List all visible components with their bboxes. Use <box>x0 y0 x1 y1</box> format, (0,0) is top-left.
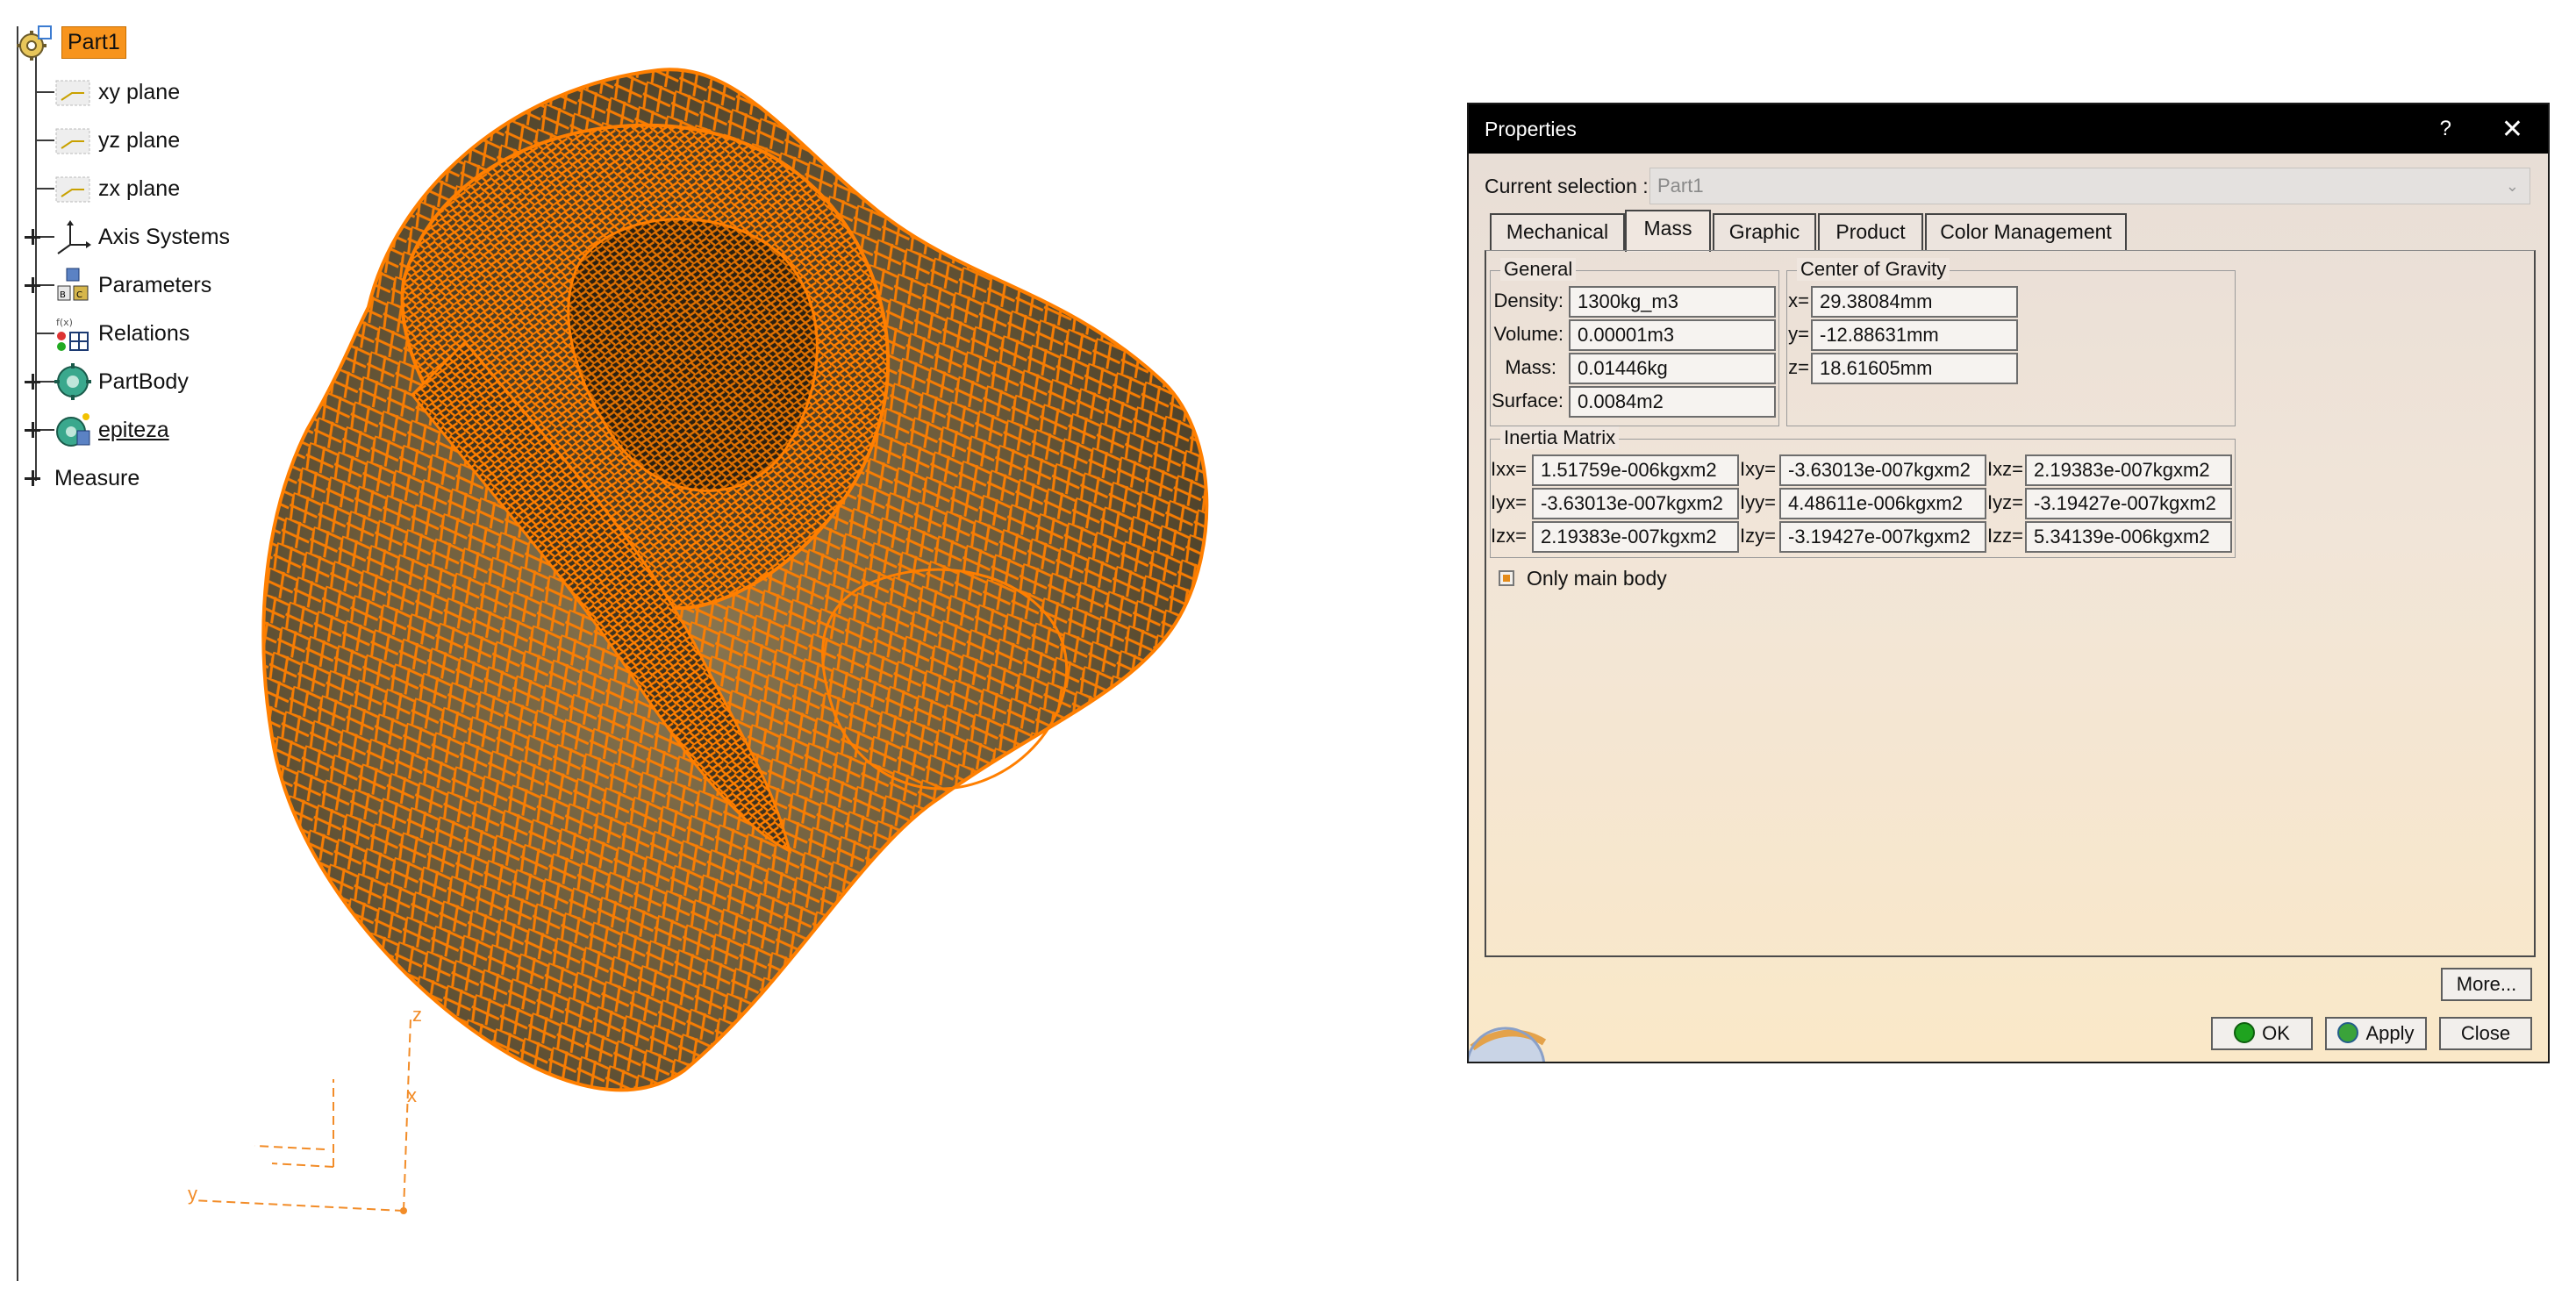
iyx-value: -3.63013e-007kgxm2 <box>1532 488 1739 519</box>
axis-compass[interactable]: z x y <box>175 1000 456 1228</box>
izy-value: -3.19427e-007kgxm2 <box>1779 521 1986 553</box>
ok-label: OK <box>2262 1022 2290 1044</box>
svg-text:B: B <box>60 290 66 300</box>
chevron-down-icon: ⌄ <box>2505 177 2519 195</box>
apply-button[interactable]: Apply <box>2325 1017 2427 1050</box>
center-of-gravity-title: Center of Gravity <box>1797 258 1950 281</box>
properties-dialog: Properties ? ✕ Current selection : Part1… <box>1467 103 2550 1063</box>
apply-icon <box>2337 1022 2359 1044</box>
mass-label: Mass: <box>1505 356 1556 378</box>
density-value: 1300kg_m3 <box>1569 286 1776 318</box>
tree-item-label: yz plane <box>98 127 181 153</box>
partbody-icon <box>54 363 91 400</box>
mass-tab-panel: General Density: 1300kg_m3 Volume: 0.000… <box>1485 250 2536 957</box>
tree-connector <box>17 26 18 1281</box>
current-selection-value: Part1 <box>1657 175 1704 197</box>
tab-color-management[interactable]: Color Management <box>1925 213 2127 250</box>
expand-plus-icon[interactable] <box>25 229 40 245</box>
part-gear-icon[interactable] <box>14 25 54 61</box>
tab-mechanical[interactable]: Mechanical <box>1490 213 1625 250</box>
plane-icon <box>55 128 90 154</box>
cog-x-value: 29.38084mm <box>1811 286 2018 318</box>
surface-label: Surface: <box>1492 390 1563 411</box>
dialog-title: Properties <box>1485 117 1577 140</box>
iyy-value: 4.48611e-006kgxm2 <box>1779 488 1986 519</box>
axis-system-icon <box>57 220 91 254</box>
volume-value: 0.00001m3 <box>1569 319 1776 351</box>
only-main-body-label: Only main body <box>1527 567 1667 590</box>
tree-item-label: epiteza <box>98 417 169 442</box>
dialog-title-bar[interactable]: Properties ? ✕ <box>1469 104 2548 154</box>
volume-label: Volume: <box>1493 323 1564 345</box>
inertia-matrix-title: Inertia Matrix <box>1500 426 1620 449</box>
axis-label-x: x <box>407 1084 417 1106</box>
close-button[interactable]: Close <box>2439 1017 2532 1050</box>
general-group-title: General <box>1500 258 1577 281</box>
relations-icon: f(x) <box>56 317 89 351</box>
ixy-label: Ixy= <box>1740 458 1776 480</box>
tree-item-label: xy plane <box>98 79 181 104</box>
tree-item-label: PartBody <box>98 368 189 394</box>
density-label: Density: <box>1493 290 1563 311</box>
tree-item-label: Parameters <box>98 272 212 297</box>
plane-icon <box>55 176 90 203</box>
tab-graphic[interactable]: Graphic <box>1713 213 1816 250</box>
ok-icon <box>2234 1022 2256 1044</box>
tree-item-label: Axis Systems <box>98 224 231 249</box>
tab-product[interactable]: Product <box>1818 213 1923 250</box>
surface-value: 0.0084m2 <box>1569 386 1776 418</box>
izz-value: 5.34139e-006kgxm2 <box>2025 521 2232 553</box>
axis-label-y: y <box>188 1183 197 1205</box>
expand-plus-icon[interactable] <box>25 422 40 438</box>
tree-connector <box>35 53 37 481</box>
tree-root-part1[interactable]: Part1 <box>61 26 126 59</box>
iyz-value: -3.19427e-007kgxm2 <box>2025 488 2232 519</box>
tree-item-label: Measure <box>54 465 140 490</box>
ixx-value: 1.51759e-006kgxm2 <box>1532 454 1739 486</box>
globe-logo-icon <box>1469 1027 1547 1062</box>
expand-plus-icon[interactable] <box>25 277 40 293</box>
current-selection-label: Current selection : <box>1485 175 1649 197</box>
ixx-label: Ixx= <box>1491 458 1527 480</box>
parameters-icon: BC <box>57 268 89 301</box>
izx-label: Izx= <box>1491 525 1527 547</box>
cog-x-label: x= <box>1788 290 1809 311</box>
expand-plus-icon[interactable] <box>25 374 40 390</box>
only-main-body-checkbox[interactable] <box>1499 570 1514 586</box>
geometrical-set-icon <box>56 413 90 447</box>
izz-label: Izz= <box>1987 525 2023 547</box>
mass-value: 0.01446kg <box>1569 353 1776 384</box>
expand-plus-icon[interactable] <box>25 470 40 486</box>
ixz-value: 2.19383e-007kgxm2 <box>2025 454 2232 486</box>
current-selection-field: Part1 ⌄ <box>1649 168 2530 204</box>
ixy-value: -3.63013e-007kgxm2 <box>1779 454 1986 486</box>
ok-button[interactable]: OK <box>2211 1017 2313 1050</box>
svg-text:f(x): f(x) <box>56 317 73 328</box>
more-button[interactable]: More... <box>2441 968 2532 1001</box>
svg-text:C: C <box>76 290 82 300</box>
iyx-label: Iyx= <box>1491 491 1527 513</box>
cog-z-label: z= <box>1788 356 1809 378</box>
axis-label-z: z <box>412 1004 422 1026</box>
3d-mesh-model[interactable] <box>246 61 1439 1114</box>
cog-y-label: y= <box>1788 323 1809 345</box>
cog-y-value: -12.88631mm <box>1811 319 2018 351</box>
apply-label: Apply <box>2365 1022 2415 1044</box>
close-icon[interactable]: ✕ <box>2501 114 2523 145</box>
help-icon[interactable]: ? <box>2440 117 2451 141</box>
tab-mass[interactable]: Mass <box>1625 210 1711 252</box>
ixz-label: Ixz= <box>1987 458 2023 480</box>
izy-label: Izy= <box>1740 525 1776 547</box>
plane-icon <box>55 80 90 106</box>
iyz-label: Iyz= <box>1987 491 2023 513</box>
cog-z-value: 18.61605mm <box>1811 353 2018 384</box>
iyy-label: Iyy= <box>1740 491 1776 513</box>
tree-item-label: Relations <box>98 320 190 346</box>
tree-item-label: zx plane <box>98 175 181 201</box>
izx-value: 2.19383e-007kgxm2 <box>1532 521 1739 553</box>
